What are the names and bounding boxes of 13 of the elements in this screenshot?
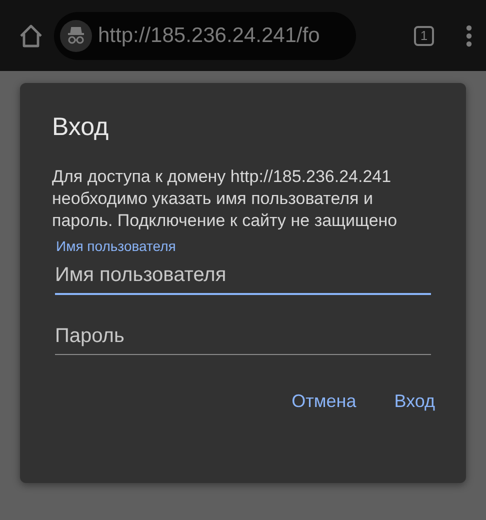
address-bar[interactable]: http://185.236.24.241/fo bbox=[54, 12, 356, 60]
menu-icon[interactable] bbox=[466, 24, 472, 46]
dialog-message: Для доступа к домену http://185.236.24.241 необходимо указать имя пользователя и пароль. Подключение к сайту не защищено bbox=[52, 166, 398, 232]
input-field[interactable]: Имя пользователя bbox=[55, 256, 431, 295]
dialog-title: Вход bbox=[52, 113, 110, 142]
home-icon[interactable] bbox=[18, 24, 44, 48]
cancel-button[interactable]: Отмена bbox=[292, 387, 356, 416]
url-text: http://185.236.24.241/fo bbox=[98, 24, 320, 48]
tab-count-button[interactable]: 1 bbox=[414, 26, 434, 46]
incognito-icon bbox=[60, 20, 92, 52]
field-label: Имя пользователя bbox=[56, 238, 177, 256]
input-field[interactable]: Пароль bbox=[55, 317, 431, 355]
login-button[interactable]: Вход bbox=[394, 387, 435, 416]
